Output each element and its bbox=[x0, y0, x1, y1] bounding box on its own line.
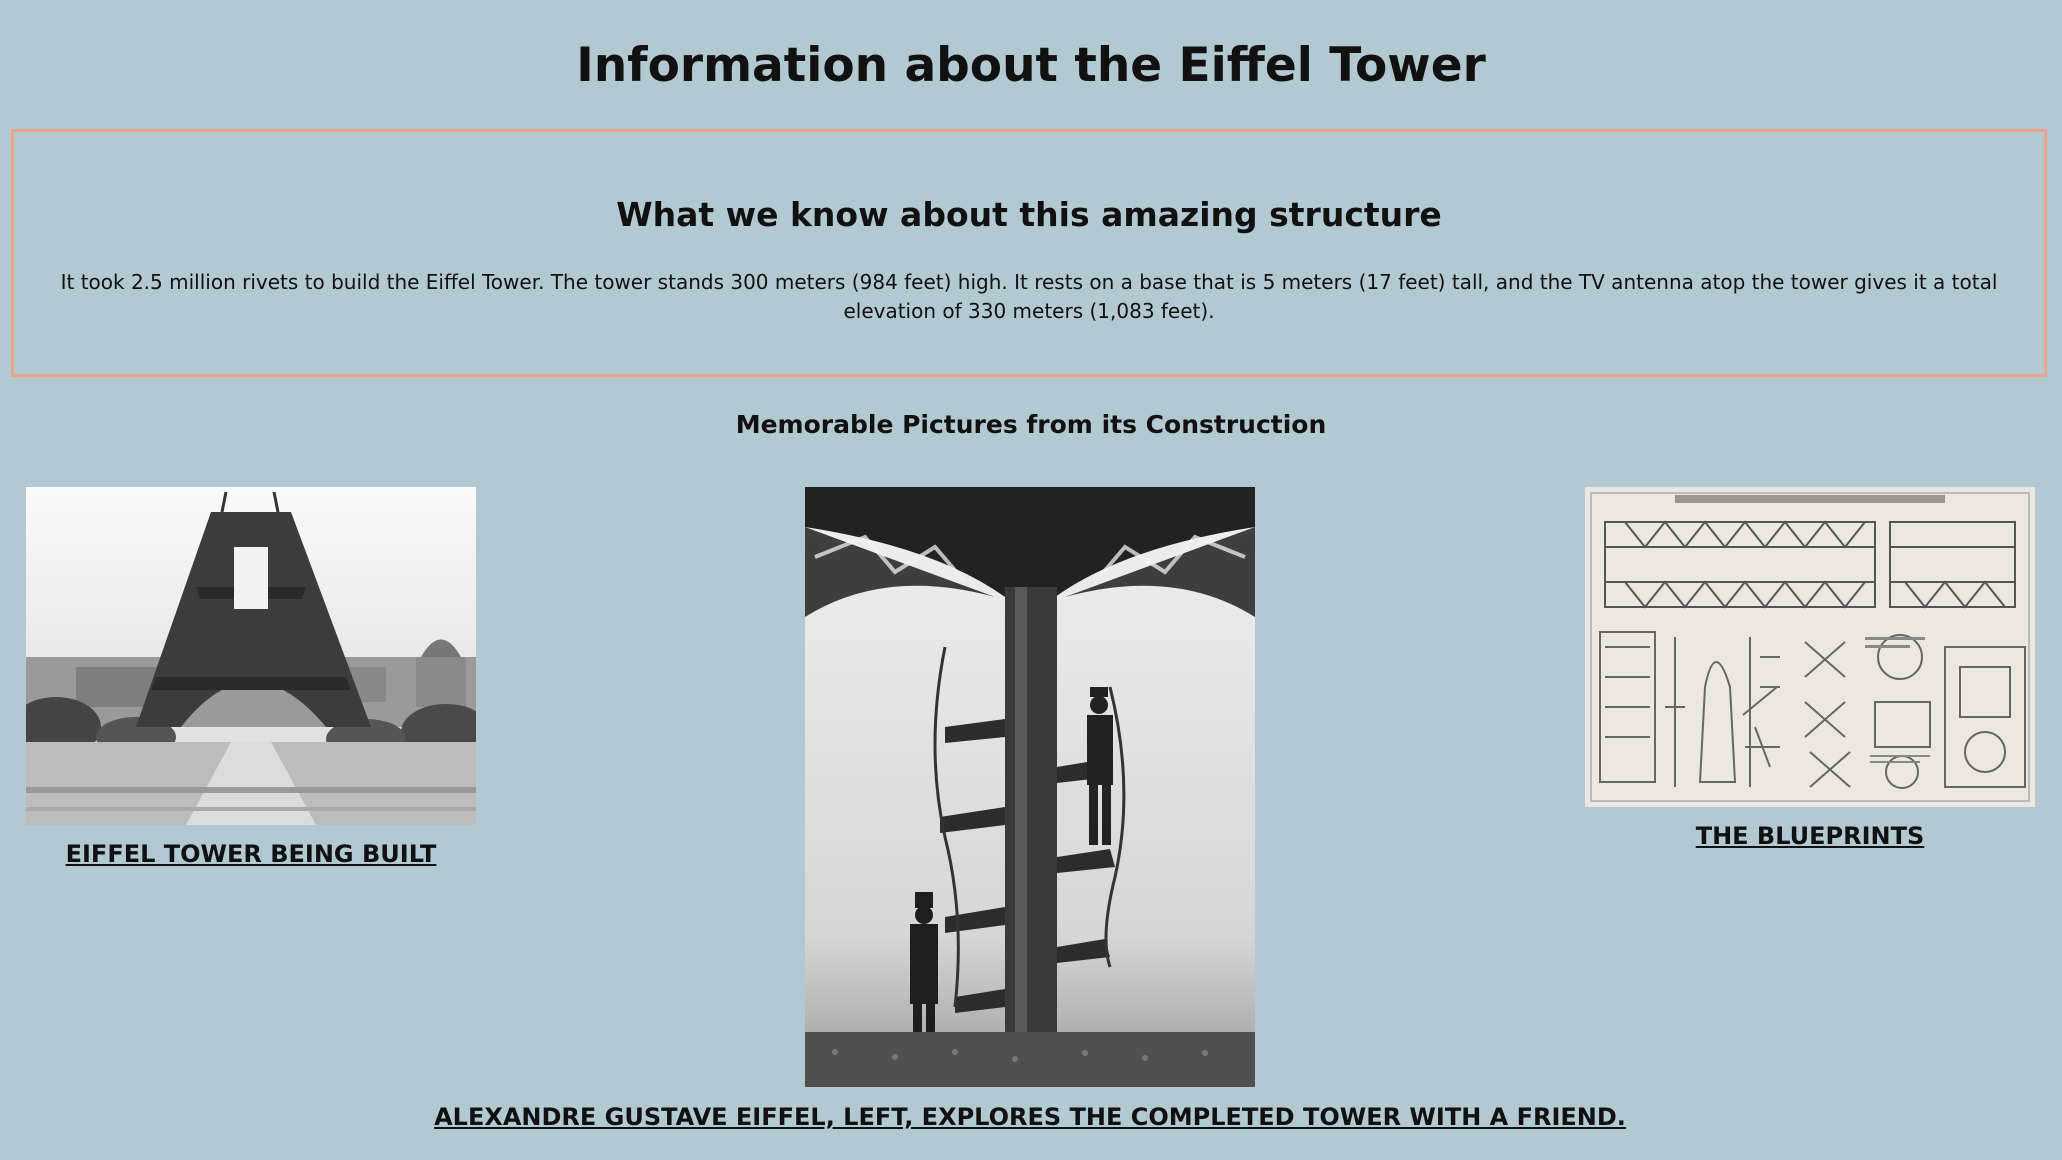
caption-eiffel-link[interactable]: ALEXANDRE GUSTAVE EIFFEL, LEFT, EXPLORES… bbox=[430, 1103, 1630, 1131]
caption-construction-link[interactable]: EIFFEL TOWER BEING BUILT bbox=[26, 840, 476, 868]
spiral-staircase-photo bbox=[805, 487, 1255, 1087]
facts-paragraph: It took 2.5 million rivets to build the … bbox=[60, 270, 1998, 323]
facts-heading: What we know about this amazing structur… bbox=[616, 195, 1442, 234]
gallery-heading: Memorable Pictures from its Construction bbox=[735, 410, 1327, 439]
facts-box: What we know about this amazing structur… bbox=[11, 129, 2047, 377]
page-title: Information about the Eiffel Tower bbox=[576, 38, 1486, 93]
blueprint-drawing bbox=[1585, 487, 2035, 807]
caption-blueprints-link[interactable]: THE BLUEPRINTS bbox=[1585, 822, 2035, 850]
construction-photo bbox=[26, 487, 476, 825]
